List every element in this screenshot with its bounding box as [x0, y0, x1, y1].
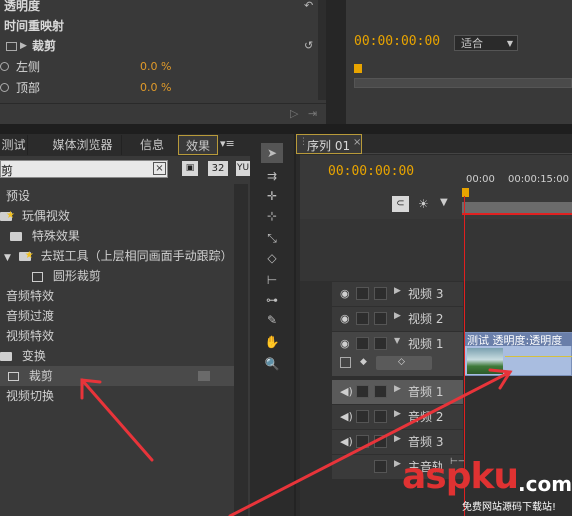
annotation-arrows: [80, 368, 513, 516]
arrow-to-crop-effect: [80, 378, 154, 462]
arrow-to-video-clip: [228, 368, 513, 516]
